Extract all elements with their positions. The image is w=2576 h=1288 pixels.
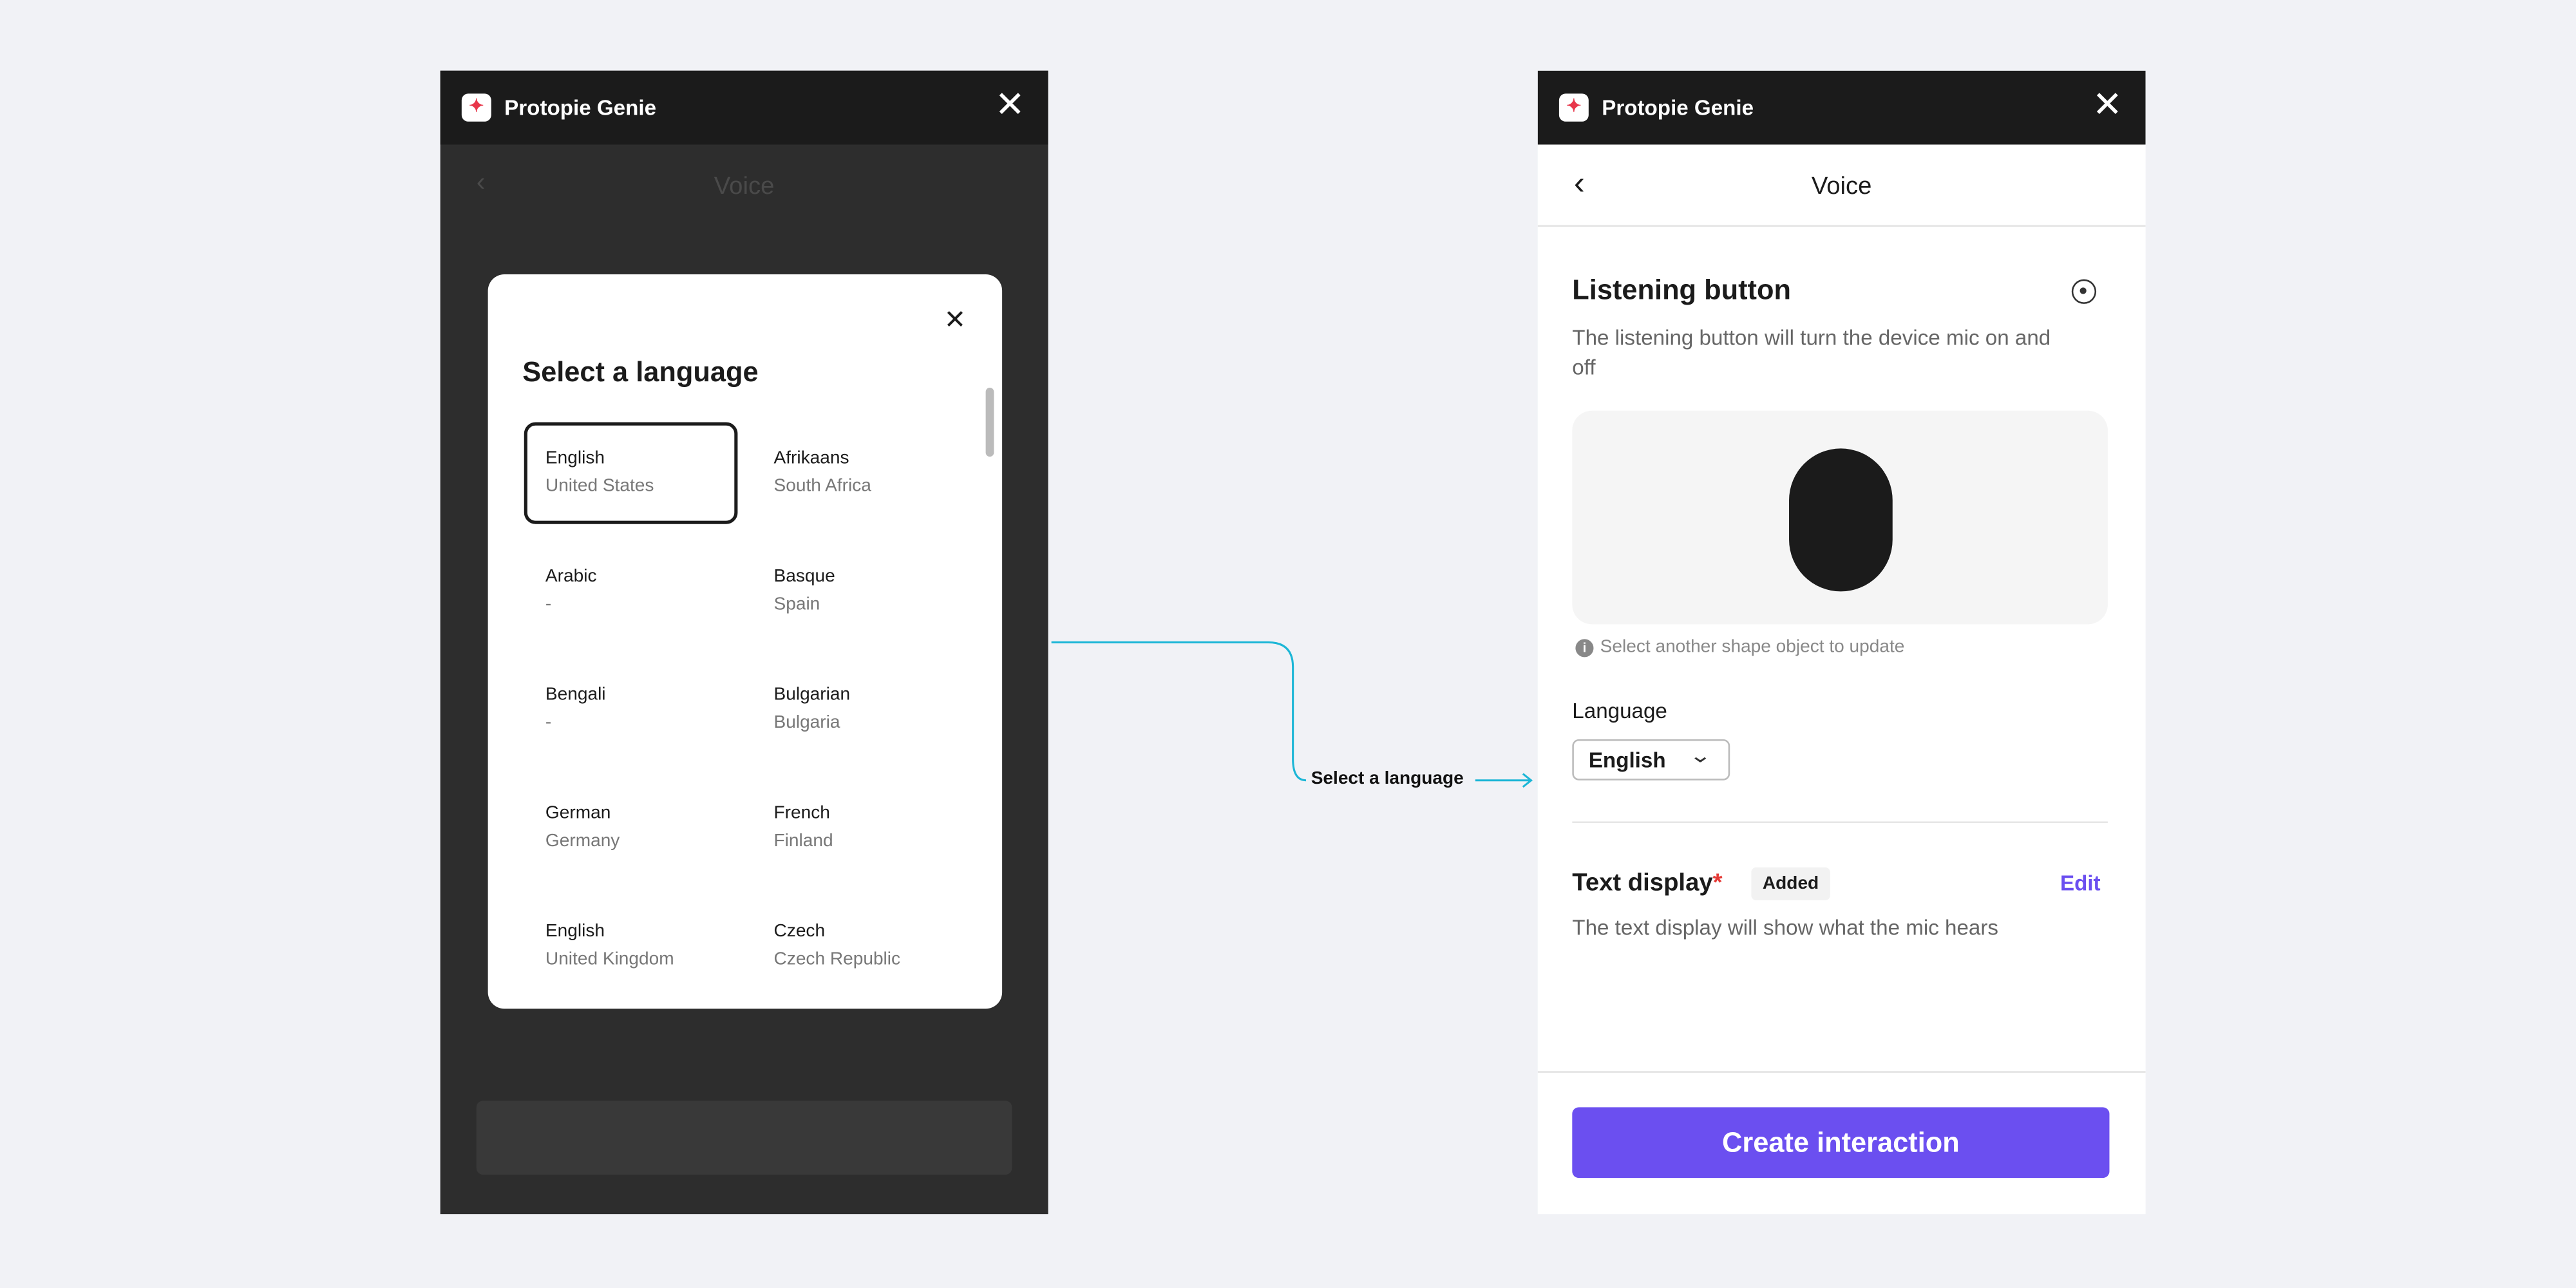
text-display-title-text: Text display <box>1572 869 1713 897</box>
required-asterisk: * <box>1712 869 1723 897</box>
listening-title: Listening button <box>1572 274 1791 306</box>
language-label: Language <box>1572 698 1667 723</box>
flow-connector <box>1051 641 1533 788</box>
plugin-header: ✦ Protopie Genie ✕ <box>1537 70 2146 145</box>
connector-line <box>1051 641 1307 782</box>
arrow-icon <box>1475 773 1533 788</box>
text-display-description: The text display will show what the mic … <box>1572 914 1999 940</box>
shape-hint: Select another shape object to update <box>1600 637 1905 658</box>
target-select-icon[interactable] <box>2071 279 2097 304</box>
language-select-value: English <box>1588 747 1666 772</box>
language-select[interactable]: English ⌄ <box>1572 739 1730 781</box>
text-display-title: Text display* <box>1572 869 1722 896</box>
chevron-down-icon: ⌄ <box>1689 744 1712 768</box>
connector-label: Select a language <box>1311 768 1464 789</box>
info-icon: i <box>1575 639 1594 658</box>
edit-link[interactable]: Edit <box>2060 871 2101 895</box>
divider <box>1572 821 2108 824</box>
nav-title: Voice <box>1811 172 1872 201</box>
create-interaction-button[interactable]: Create interaction <box>1572 1107 2110 1179</box>
divider <box>1537 225 2146 227</box>
added-badge: Added <box>1751 867 1830 900</box>
close-plugin-button[interactable]: ✕ <box>2092 86 2123 123</box>
app-title: Protopie Genie <box>1602 95 1754 120</box>
listening-description: The listening button will turn the devic… <box>1572 325 2051 380</box>
shape-preview <box>1572 410 2108 625</box>
protopie-logo-icon: ✦ <box>1558 93 1589 122</box>
listening-button-shape <box>1789 448 1893 592</box>
divider <box>1537 1071 2146 1073</box>
right-plugin-panel: ✦ Protopie Genie ✕ ‹ Voice Listening but… <box>1537 70 2146 1215</box>
